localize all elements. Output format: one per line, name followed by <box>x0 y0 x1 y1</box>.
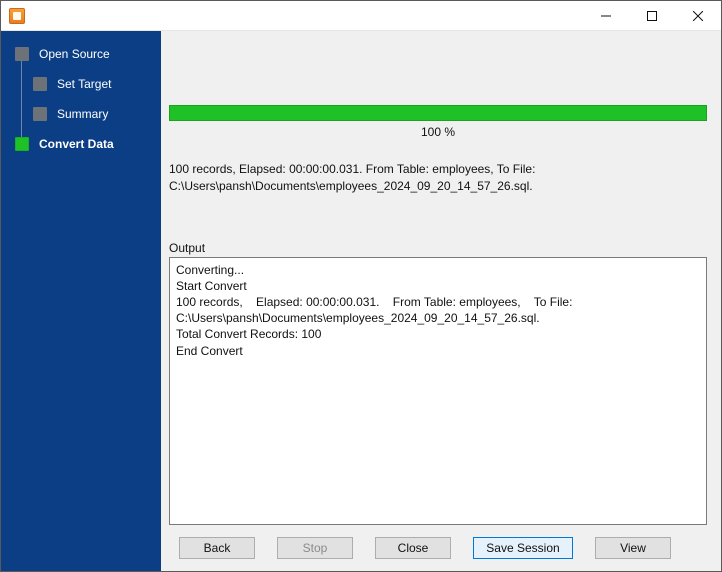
wizard-sidebar: Open Source Set Target Summary Convert D… <box>1 31 161 571</box>
stop-button[interactable]: Stop <box>277 537 353 559</box>
step-status-icon <box>15 137 29 151</box>
title-bar <box>1 1 721 31</box>
close-dialog-button[interactable]: Close <box>375 537 451 559</box>
wizard-button-row: Back Stop Close Save Session View <box>161 525 721 571</box>
output-log[interactable]: Converting... Start Convert 100 records,… <box>169 257 707 525</box>
sidebar-item-label: Open Source <box>39 47 110 61</box>
progress-bar <box>169 105 707 121</box>
app-icon <box>9 8 25 24</box>
sidebar-item-set-target[interactable]: Set Target <box>1 69 161 99</box>
sidebar-item-convert-data[interactable]: Convert Data <box>1 129 161 159</box>
close-button[interactable] <box>675 1 721 30</box>
step-status-icon <box>33 107 47 121</box>
sidebar-item-label: Convert Data <box>39 137 114 151</box>
step-status-icon <box>15 47 29 61</box>
maximize-button[interactable] <box>629 1 675 30</box>
main-panel: 100 % 100 records, Elapsed: 00:00:00.031… <box>161 31 721 571</box>
output-label: Output <box>169 241 707 255</box>
sidebar-item-label: Summary <box>57 107 108 121</box>
minimize-button[interactable] <box>583 1 629 30</box>
conversion-summary: 100 records, Elapsed: 00:00:00.031. From… <box>169 161 707 195</box>
view-button[interactable]: View <box>595 537 671 559</box>
step-status-icon <box>33 77 47 91</box>
sidebar-item-label: Set Target <box>57 77 111 91</box>
save-session-button[interactable]: Save Session <box>473 537 573 559</box>
back-button[interactable]: Back <box>179 537 255 559</box>
sidebar-item-open-source[interactable]: Open Source <box>1 39 161 69</box>
window-controls <box>583 1 721 30</box>
progress-percent: 100 % <box>169 125 707 139</box>
sidebar-item-summary[interactable]: Summary <box>1 99 161 129</box>
